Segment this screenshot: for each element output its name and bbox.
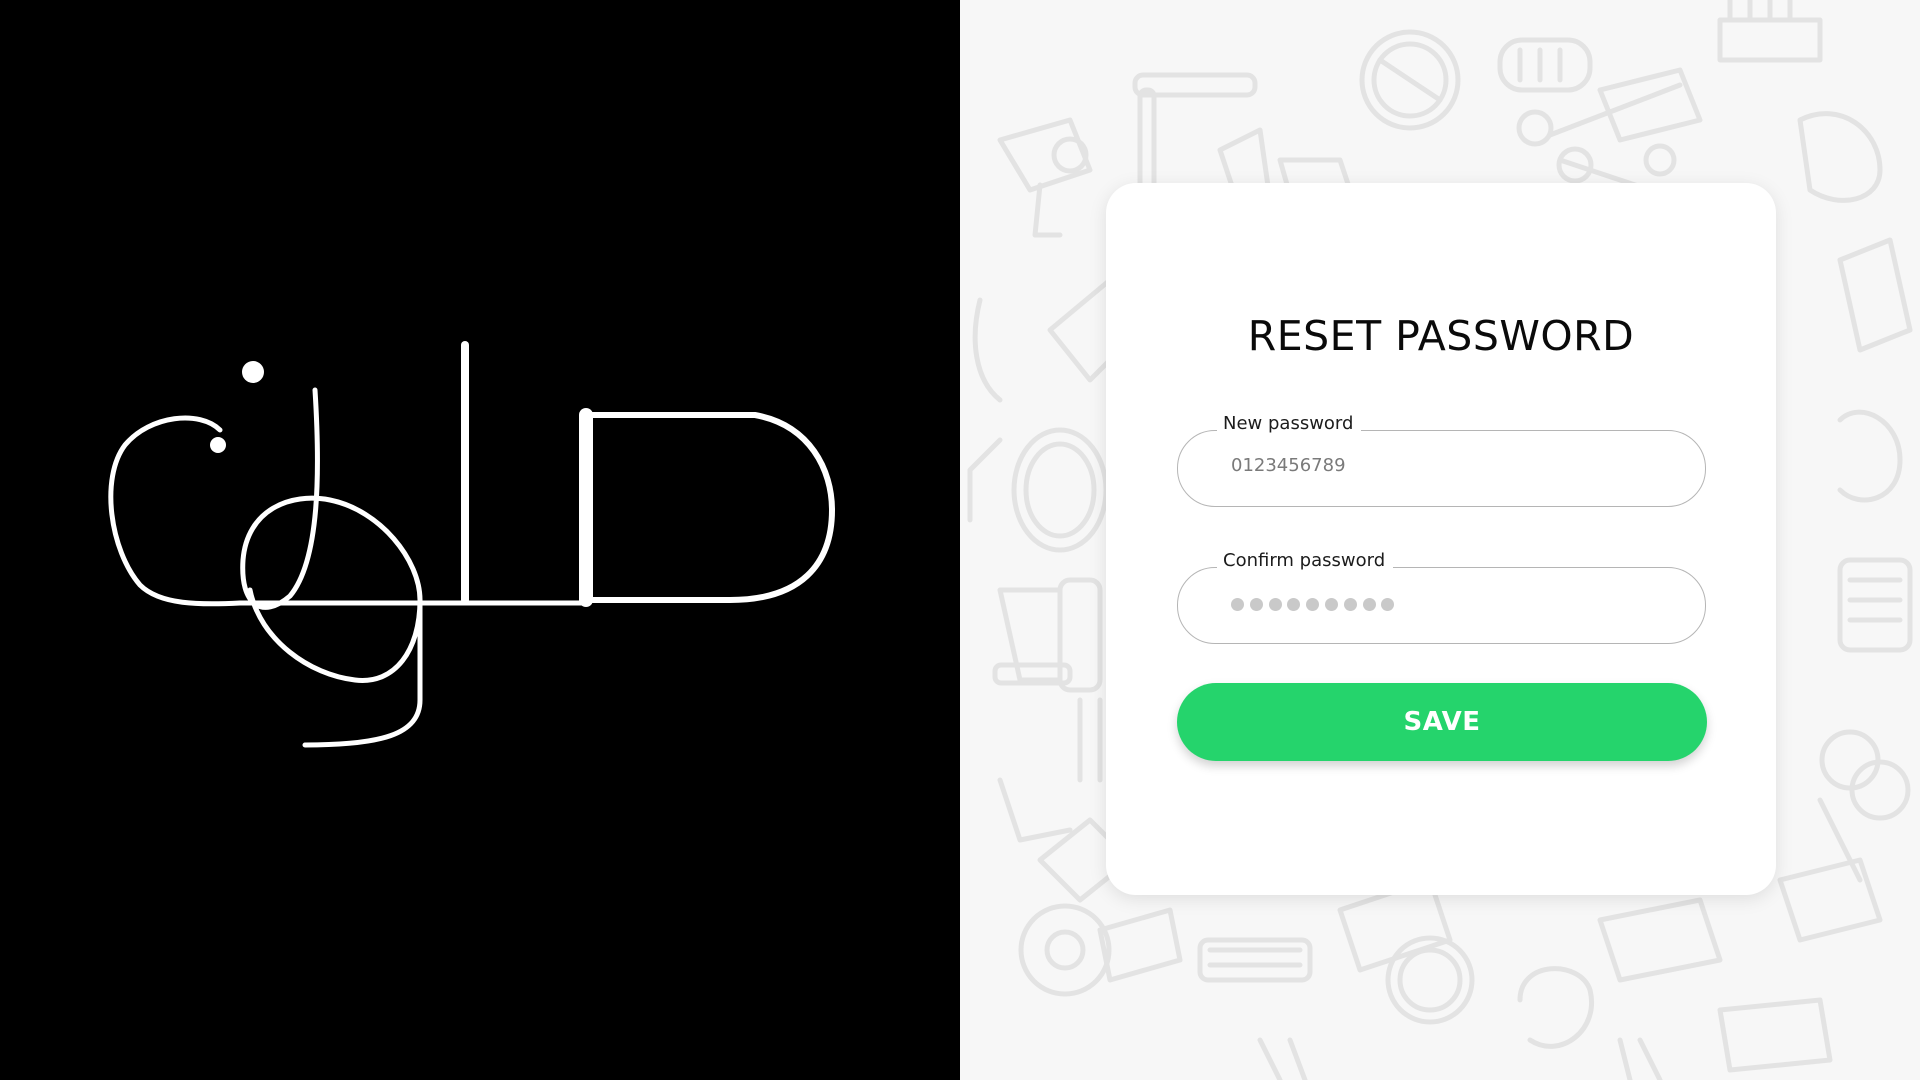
mask-dot	[1343, 598, 1357, 611]
save-button[interactable]: SAVE	[1177, 683, 1707, 761]
mask-dot	[1324, 598, 1338, 611]
mask-dot	[1249, 598, 1263, 611]
confirm-password-field[interactable]: Confirm password	[1177, 549, 1706, 644]
mask-dot	[1362, 598, 1376, 611]
mask-dot	[1268, 598, 1282, 611]
confirm-password-label: Confirm password	[1217, 549, 1394, 573]
card-content: RESET PASSWORD New password 0123456789 C…	[1106, 183, 1776, 895]
salon-logo	[108, 341, 835, 748]
new-password-value[interactable]: 0123456789	[1231, 454, 1346, 478]
mask-dot	[1306, 598, 1320, 611]
reset-password-screen: RESET PASSWORD New password 0123456789 C…	[0, 0, 1920, 1080]
new-password-field[interactable]: New password 0123456789	[1177, 412, 1706, 507]
mask-dot	[1381, 598, 1395, 611]
mask-dot	[1287, 598, 1301, 611]
mask-dot	[1231, 598, 1244, 611]
page-title: RESET PASSWORD	[1247, 312, 1635, 360]
confirm-password-masked-value[interactable]	[1231, 598, 1395, 611]
logo-panel	[0, 0, 960, 1080]
new-password-label: New password	[1217, 412, 1362, 436]
form-content: RESET PASSWORD New password 0123456789 C…	[960, 0, 1920, 1080]
